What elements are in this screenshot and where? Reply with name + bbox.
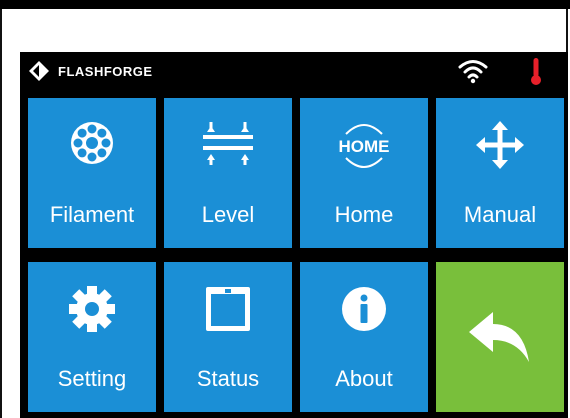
setting-tile[interactable]: Setting [28, 262, 156, 412]
filament-label: Filament [49, 202, 135, 227]
manual-label: Manual [463, 202, 537, 227]
status-label: Status [196, 366, 260, 391]
status-tile[interactable]: Status [164, 262, 292, 412]
gear-icon [69, 286, 115, 332]
brand: FLASHFORGE [28, 59, 153, 83]
filament-tile[interactable]: Filament [28, 98, 156, 248]
about-label: About [335, 366, 393, 391]
svg-text:HOME: HOME [339, 137, 390, 156]
thermometer-icon [531, 58, 541, 85]
flashforge-logo-icon [29, 61, 49, 81]
back-tile[interactable] [436, 262, 564, 412]
level-tile[interactable]: Level [164, 98, 292, 248]
about-tile[interactable]: About [300, 262, 428, 412]
move-arrows-icon [476, 121, 524, 169]
back-arrow-icon [469, 312, 529, 362]
level-label: Level [201, 202, 255, 227]
status-bar: FLASHFORGE [20, 52, 568, 90]
wifi-icon [458, 60, 488, 84]
info-icon [342, 287, 386, 331]
setting-label: Setting [57, 366, 127, 391]
filament-icon [71, 122, 113, 164]
home-tile[interactable]: HOME Home [300, 98, 428, 248]
top-frame-bar [0, 0, 570, 9]
brand-name: FLASHFORGE [58, 63, 153, 79]
printer-screen: FLASHFORGE Filament Level HOME Home Manu… [20, 52, 568, 418]
level-icon [203, 122, 253, 165]
home-icon: HOME [339, 124, 390, 168]
home-label: Home [334, 202, 394, 227]
manual-tile[interactable]: Manual [436, 98, 564, 248]
status-box-icon [206, 287, 250, 331]
